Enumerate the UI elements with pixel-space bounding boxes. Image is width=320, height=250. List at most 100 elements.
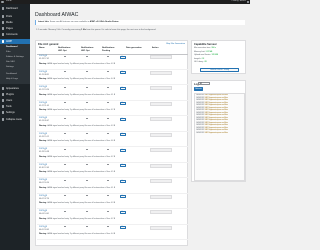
table-row: 2023-09 06-01 16:54 □ View Warning: HASH sig… xyxy=(36,179,189,194)
sidebar-item-tools[interactable]: Tools xyxy=(0,104,30,109)
warning-text: HASH signal reached entry. Try different… xyxy=(47,62,116,65)
sidebar-item-comments[interactable]: Comments xyxy=(0,32,30,37)
col-header-h2o-2: Notifications H2O Opt. xyxy=(81,47,94,52)
notice-highlight: AIWP v2.0 Web Studio Extras xyxy=(89,21,119,24)
refresh-status-button[interactable]: Refresh status / config xyxy=(200,68,239,72)
row-view-button[interactable]: View xyxy=(120,133,126,137)
log-time: 14/06/2023 xyxy=(196,120,204,121)
files-panel-title: File AAI: general xyxy=(38,42,59,46)
sidebar-item-settings[interactable]: Settings xyxy=(0,110,30,115)
admin-bar-howdy[interactable]: Howdy, admin xyxy=(232,0,246,2)
document-icon: □ xyxy=(44,101,46,105)
status-dash-icon xyxy=(86,179,89,181)
log-entry: 14/06/2023 9082 Regenerate queue on Main xyxy=(196,100,228,101)
log-time: 14/06/2023 xyxy=(196,115,204,116)
log-message: 9082 Regenerate queue on Main xyxy=(204,120,228,121)
row-view-button[interactable]: View xyxy=(120,117,126,121)
file-date: 06-05 18:45 xyxy=(39,228,50,231)
log-output[interactable]: 14/06/2023 9082 Regenerate queue on Main… xyxy=(194,93,245,181)
submenu-item-dashboard[interactable]: Dashboard xyxy=(6,46,17,48)
log-time: 14/06/2023 xyxy=(196,110,204,111)
capability-label: GD Library: xyxy=(194,61,204,64)
row-view-button[interactable]: View xyxy=(120,71,126,75)
row-warning: Warning: HASH signal reached entry. Try … xyxy=(39,94,187,96)
skip-generation-link[interactable]: Skip File Generation xyxy=(166,43,185,45)
table-row: 2023-09 05-19 08:31 □ View Warning: HASH sig… xyxy=(36,70,189,85)
wordpress-logo-icon[interactable] xyxy=(1,0,4,4)
sidebar-item-dashboard[interactable]: Dashboard xyxy=(0,6,30,11)
log-message: 9082 Regenerate queue on Main xyxy=(204,100,228,101)
admin-bar-site-name[interactable]: Local xyxy=(6,0,12,2)
row-view-button[interactable]: View xyxy=(120,86,126,90)
table-row: 2023-09 05-24 09:47 □ View Warning: HASH sig… xyxy=(36,117,189,132)
status-dash-icon xyxy=(64,133,67,134)
row-view-button[interactable]: View xyxy=(120,102,126,106)
row-view-button[interactable]: View xyxy=(120,179,126,183)
log-filter-select[interactable]: All xyxy=(198,82,210,86)
status-dash-icon xyxy=(107,226,110,227)
submenu-item-folders[interactable]: Folders & Settings xyxy=(6,56,24,58)
submenu-item-site-seo[interactable]: Site SEO xyxy=(6,61,15,63)
sidebar-item-users[interactable]: Users xyxy=(0,98,30,103)
log-refresh-button[interactable]: Refresh xyxy=(194,87,203,91)
row-warning: Warning: HASH signal reached entry. Try … xyxy=(39,171,187,173)
log-entry: 14/06/2023 9082 Regenerate queue on Main xyxy=(196,113,228,114)
sidebar-item-pages[interactable]: Pages xyxy=(0,26,30,31)
row-view-button[interactable]: View xyxy=(120,148,126,152)
log-message: 9082 Regenerate queue on Main xyxy=(204,125,228,126)
generation-progress-bar xyxy=(150,70,172,75)
status-dash-icon xyxy=(64,210,67,212)
log-time: 14/06/2023 xyxy=(196,127,204,129)
col-header-name: Name xyxy=(39,47,45,49)
row-warning: Warning: HASH signal reached entry. Try … xyxy=(39,156,187,158)
users-icon xyxy=(1,99,5,102)
generation-progress-bar xyxy=(150,210,172,215)
log-time: 14/06/2023 xyxy=(196,132,204,134)
log-message: 9082 Regenerate queue on Main xyxy=(204,112,228,114)
status-dash-icon xyxy=(86,164,89,165)
posts-icon xyxy=(1,15,5,18)
file-date: 05-21 13:20 xyxy=(39,89,50,92)
page-title: Dashboard AIWAC xyxy=(35,12,79,18)
sidebar-item-plugins[interactable]: Plugins xyxy=(0,92,30,97)
sidebar-item-posts[interactable]: Posts xyxy=(0,14,30,19)
status-dash-icon xyxy=(86,195,89,196)
avatar[interactable] xyxy=(246,0,249,4)
warning-label: Warning: xyxy=(39,233,47,236)
processing-info: 1.2 seconds. Memory 9 kb. Currently proc… xyxy=(36,29,156,31)
row-view-button[interactable]: View xyxy=(120,226,126,230)
capability-value: OK xyxy=(204,61,207,64)
status-dash-icon xyxy=(86,210,89,212)
generation-progress-bar xyxy=(150,117,172,122)
log-message: 9082 Regenerate queue on Main xyxy=(204,97,228,99)
status-dash-icon xyxy=(86,117,89,119)
row-view-button[interactable]: View xyxy=(120,164,126,168)
sidebar-item-label: Plugins xyxy=(6,93,14,97)
submenu-item-settings[interactable]: Settings xyxy=(6,66,14,68)
log-entry: 14/06/2023 9082 Regenerate queue on Main xyxy=(196,105,228,106)
row-view-button[interactable]: View xyxy=(120,195,126,199)
warning-label: Warning: xyxy=(39,124,47,127)
submenu-item-dashboard-2[interactable]: Dashboard xyxy=(6,73,17,75)
file-date: 06-01 16:54 xyxy=(39,182,50,185)
submenu-item-files[interactable]: Files xyxy=(6,51,11,53)
warning-text: HASH signal reached entry. Try different… xyxy=(47,124,116,127)
capability-label: Max execution time: xyxy=(194,47,211,49)
generation-progress-bar xyxy=(150,132,172,137)
warning-text: HASH signal reached entry. Try different… xyxy=(47,109,116,112)
capability-value: 512 MB xyxy=(205,50,213,53)
plugin-icon xyxy=(1,40,5,43)
sidebar-item-appearance[interactable]: Appearance xyxy=(0,86,30,91)
notice-text: Latest Info: Some new AI features are no… xyxy=(38,21,119,23)
file-date: 05-19 08:31 xyxy=(39,73,50,76)
log-time: 14/06/2023 xyxy=(196,107,204,109)
document-icon: □ xyxy=(44,117,46,121)
sidebar-item-media[interactable]: Media xyxy=(0,20,30,25)
log-entry: 14/06/2023 9082 Regenerate queue on Main xyxy=(196,95,228,96)
row-view-button[interactable]: View xyxy=(120,55,126,59)
file-date: 05-26 15:12 xyxy=(39,135,50,138)
row-view-button[interactable]: View xyxy=(120,210,126,214)
submenu-item-help-logs[interactable]: Help & Logs xyxy=(6,78,18,80)
sidebar-item-label: Dashboard xyxy=(6,7,18,11)
sidebar-collapse-menu[interactable]: Collapse menu xyxy=(0,117,30,122)
